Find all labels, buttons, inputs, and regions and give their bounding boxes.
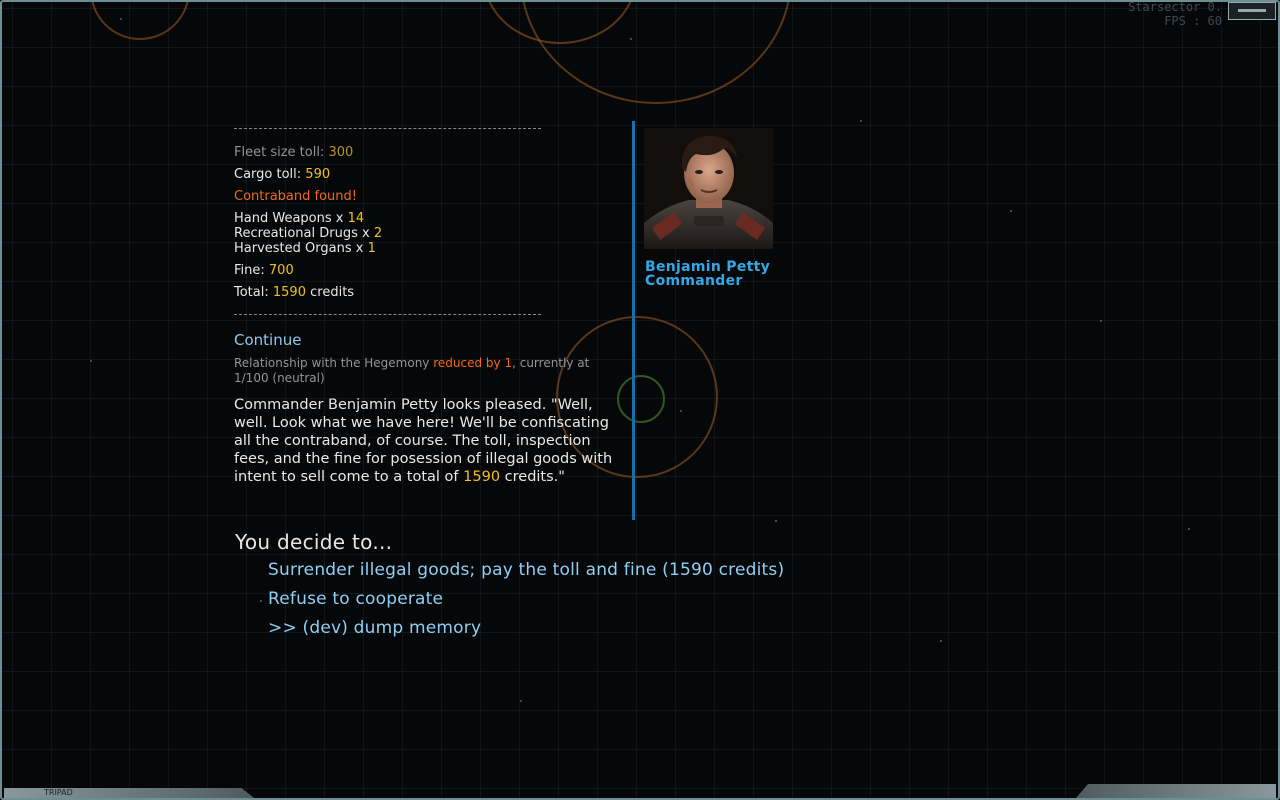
hud-info: Starsector 0. FPS : 60 (1128, 0, 1222, 28)
contraband-item-label: Harvested Organs x (234, 241, 364, 256)
relationship-change: reduced by 1 (433, 356, 513, 370)
contraband-item: Harvested Organs x 1 (234, 241, 634, 256)
fleet-toll-value: 300 (328, 145, 354, 160)
bottom-bar-right (1076, 784, 1276, 798)
menu-icon[interactable] (1228, 2, 1276, 20)
fine-line: Fine: 700 (234, 263, 634, 278)
total-unit: credits (310, 285, 355, 300)
relationship-suffix: , currently at (512, 356, 590, 370)
cargo-toll-value: 590 (305, 167, 331, 182)
option-dump-memory[interactable]: >> (dev) dump memory (268, 617, 784, 646)
dialog-divider-top (633, 121, 634, 171)
option-surrender[interactable]: Surrender illegal goods; pay the toll an… (268, 559, 784, 588)
relationship-prefix: Relationship with the Hegemony (234, 356, 430, 370)
decision-header: You decide to... (235, 530, 393, 554)
option-refuse[interactable]: Refuse to cooperate (268, 588, 784, 617)
dialog-divider (632, 121, 635, 520)
fleet-toll-label: Fleet size toll: (234, 145, 325, 160)
contraband-item-count: 1 (367, 241, 376, 256)
fine-label: Fine: (234, 263, 265, 278)
portrait-icon (644, 128, 773, 249)
commander-portrait (644, 128, 773, 249)
relationship-current: 1/100 (neutral) (234, 371, 325, 385)
game-title: Starsector 0. (1128, 0, 1222, 14)
continue-button[interactable]: Continue (234, 331, 634, 349)
relationship-text: Relationship with the Hegemony reduced b… (234, 356, 634, 386)
contact-rank: Commander (645, 273, 743, 289)
contact-name: Benjamin Petty (645, 259, 771, 275)
narrative-amount: 1590 (463, 469, 501, 485)
fine-value: 700 (268, 263, 294, 278)
contraband-item-count: 2 (373, 226, 383, 241)
contraband-item-label: Hand Weapons x (234, 211, 344, 226)
decision-options: Surrender illegal goods; pay the toll an… (268, 559, 784, 646)
toll-report: Fleet size toll: 300 Cargo toll: 590 Con… (234, 128, 634, 486)
fps-counter: FPS : 60 (1164, 14, 1222, 28)
total-value: 1590 (272, 285, 306, 300)
cargo-toll-line: Cargo toll: 590 (234, 167, 634, 182)
narrative-ending: credits." (504, 469, 565, 485)
contraband-item-label: Recreational Drugs x (234, 226, 370, 241)
cargo-toll-label: Cargo toll: (234, 167, 302, 182)
contact-info: Benjamin Petty Commander (645, 260, 770, 288)
fleet-toll-line: Fleet size toll: 300 (234, 145, 634, 160)
contraband-header: Contraband found! (234, 189, 357, 204)
contraband-item-count: 14 (347, 211, 365, 226)
contraband-item: Hand Weapons x 14 (234, 211, 634, 226)
total-label: Total: (234, 285, 269, 300)
contraband-item: Recreational Drugs x 2 (234, 226, 634, 241)
total-line: Total: 1590 credits (234, 285, 634, 300)
bottom-bar-left: TRIPAD (4, 788, 254, 798)
narrative-text: Commander Benjamin Petty looks pleased. … (234, 396, 629, 486)
bottom-bar-label: TRIPAD (44, 788, 73, 797)
